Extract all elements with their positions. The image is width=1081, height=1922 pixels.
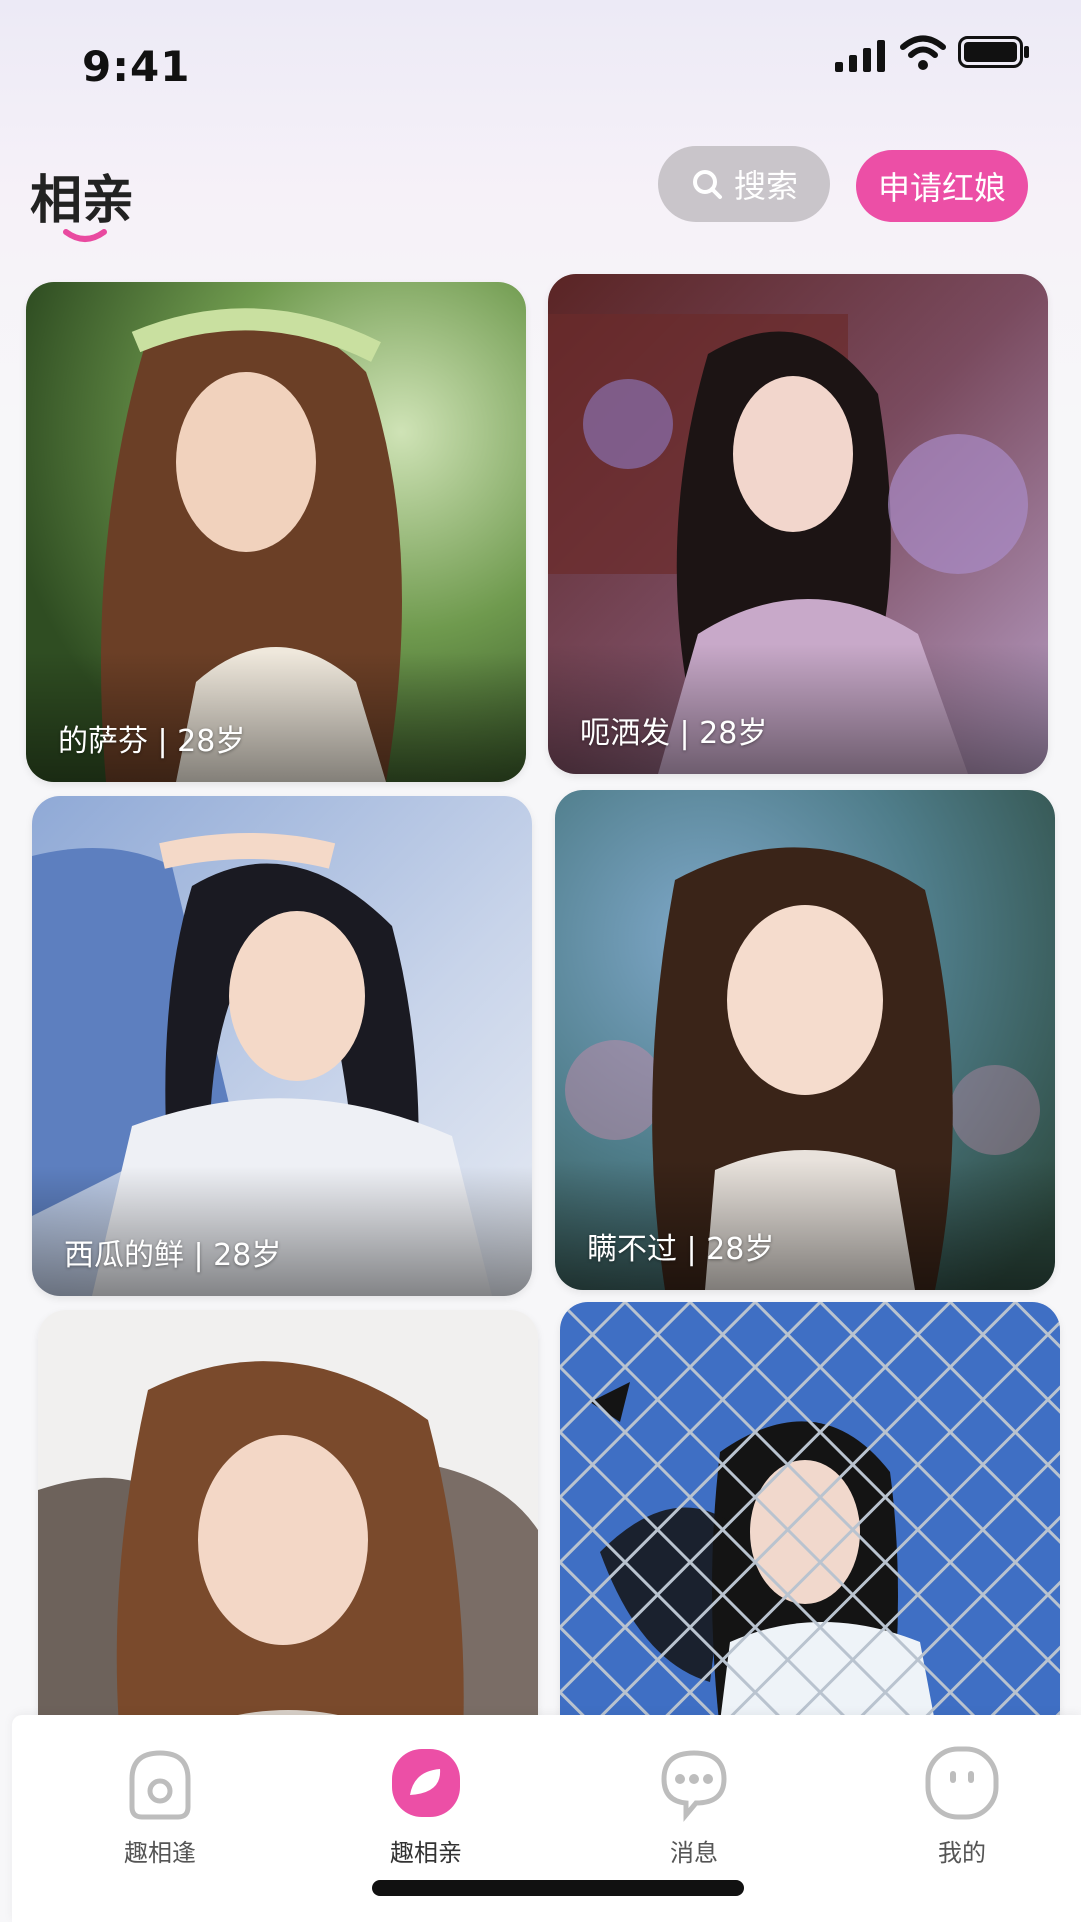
title-underline-decoration xyxy=(63,229,107,242)
profile-caption: 呃洒发 | 28岁 xyxy=(580,716,768,751)
page-header: 相亲 搜索 申请红娘 xyxy=(0,140,1081,250)
profile-icon xyxy=(925,1746,999,1820)
tab-label: 趣相逢 xyxy=(124,1839,196,1867)
profile-photo xyxy=(560,1302,1060,1720)
tab-messages[interactable]: 消息 xyxy=(624,1745,764,1875)
wifi-icon xyxy=(900,35,946,70)
battery-icon xyxy=(958,36,1029,68)
search-button-label: 搜索 xyxy=(733,167,798,205)
home-indicator[interactable] xyxy=(372,1880,744,1896)
home-icon xyxy=(129,1750,191,1820)
profile-grid: 的萨芬 | 28岁 呃洒发 | 28岁 西瓜的鲜 | 28岁 瞒不过 | 28岁 xyxy=(0,270,1081,1720)
tab-label: 我的 xyxy=(938,1839,986,1867)
profile-card[interactable] xyxy=(560,1302,1060,1720)
dating-icon xyxy=(392,1749,460,1817)
apply-matchmaker-button[interactable]: 申请红娘 xyxy=(856,150,1028,222)
profile-card[interactable]: 的萨芬 | 28岁 xyxy=(26,282,526,782)
profile-card[interactable]: 呃洒发 | 28岁 xyxy=(548,274,1048,774)
profile-caption: 瞒不过 | 28岁 xyxy=(587,1232,775,1267)
search-button[interactable]: 搜索 xyxy=(658,146,830,222)
tab-label: 消息 xyxy=(670,1839,718,1867)
tab-label: 趣相亲 xyxy=(390,1839,462,1867)
profile-card[interactable]: 西瓜的鲜 | 28岁 xyxy=(32,796,532,1296)
profile-caption: 的萨芬 | 28岁 xyxy=(58,724,246,759)
search-icon xyxy=(692,170,722,199)
profile-photo xyxy=(38,1310,538,1720)
status-time: 9:41 xyxy=(82,42,191,91)
profile-caption: 西瓜的鲜 | 28岁 xyxy=(64,1238,282,1273)
page-title: 相亲 xyxy=(30,171,135,231)
cellular-signal-icon xyxy=(835,40,885,72)
tab-home[interactable]: 趣相逢 xyxy=(90,1745,230,1875)
tab-dating[interactable]: 趣相亲 xyxy=(356,1745,496,1875)
status-bar: 9:41 xyxy=(0,0,1081,130)
profile-card[interactable]: 瞒不过 | 28岁 xyxy=(555,790,1055,1290)
message-icon xyxy=(661,1750,727,1822)
profile-card[interactable] xyxy=(38,1310,538,1720)
tab-profile[interactable]: 我的 xyxy=(892,1745,1032,1875)
